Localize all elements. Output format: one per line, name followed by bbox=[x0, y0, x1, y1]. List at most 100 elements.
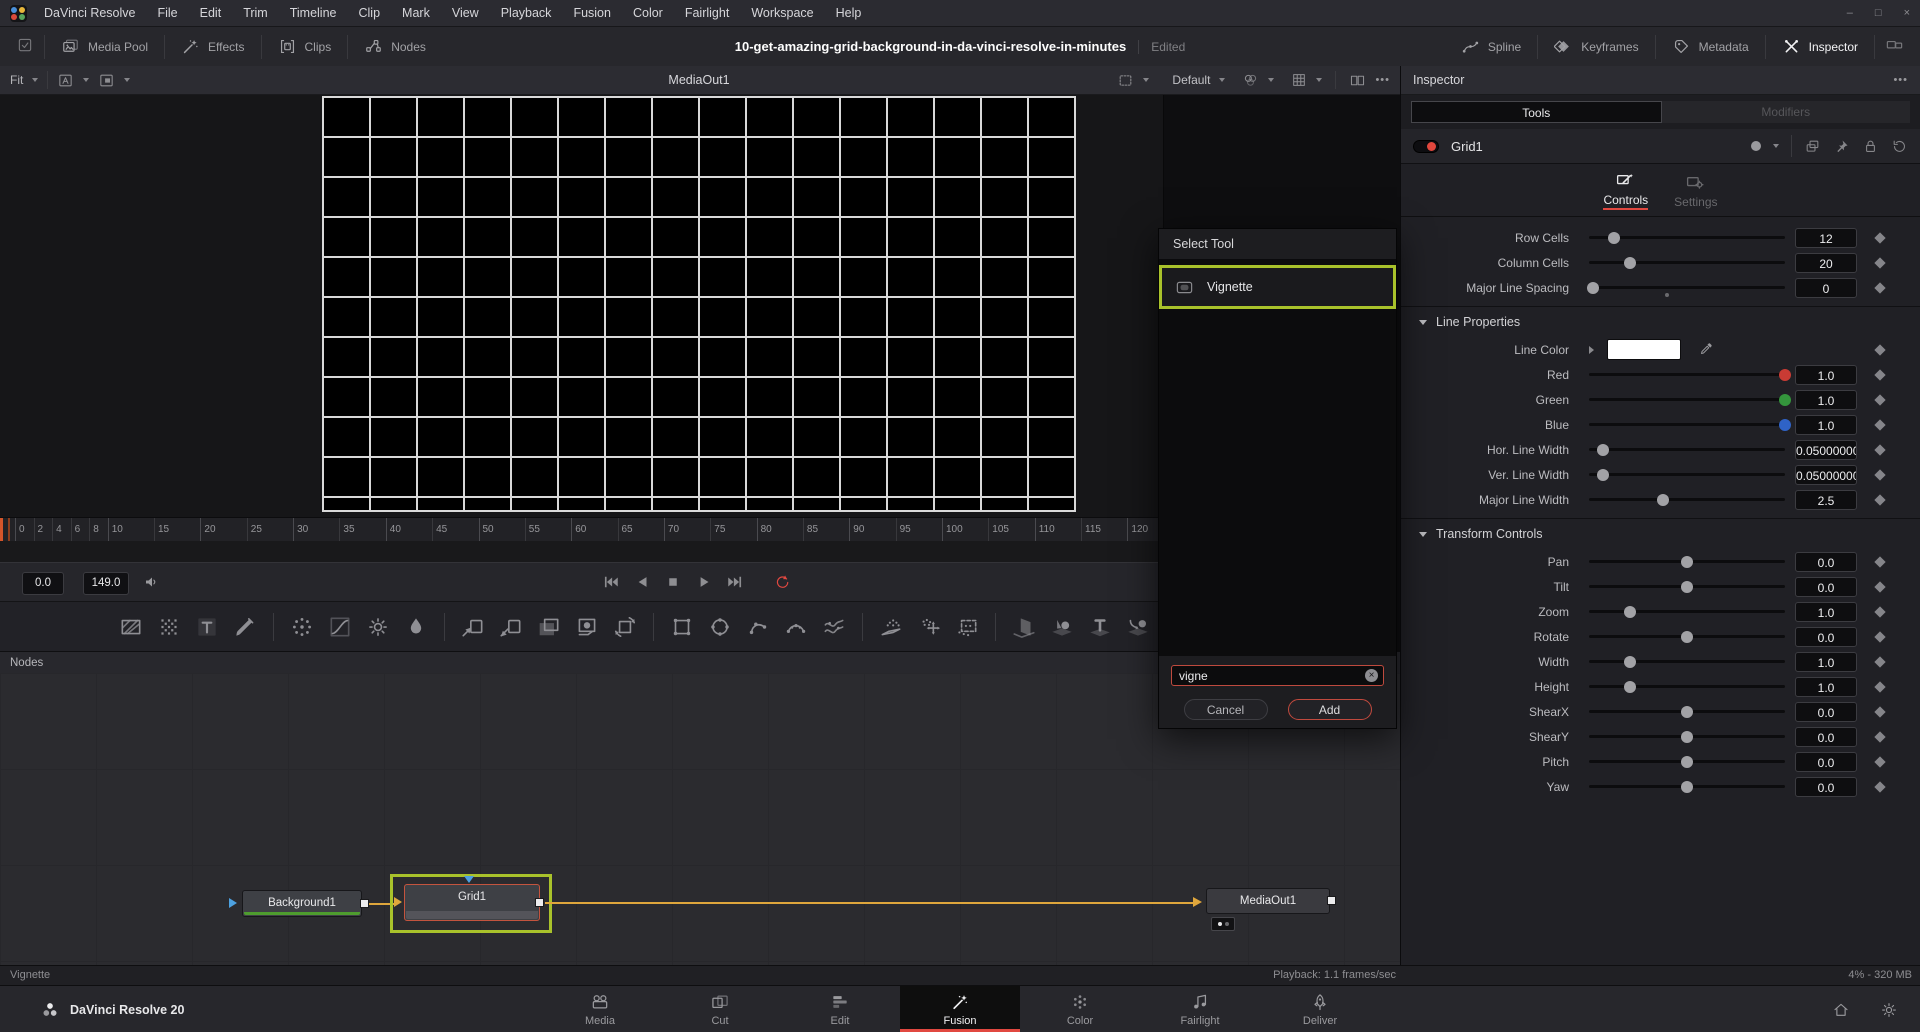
color-wheels-icon[interactable] bbox=[1242, 72, 1259, 89]
metadata-button[interactable]: Metadata bbox=[1656, 37, 1765, 56]
tilt-slider[interactable] bbox=[1589, 574, 1785, 599]
expand-arrow-icon[interactable] bbox=[1589, 346, 1594, 354]
mediaout1-view-dots[interactable] bbox=[1211, 917, 1235, 931]
yaw-value[interactable]: 0.0 bbox=[1795, 777, 1857, 797]
node-enable-toggle[interactable] bbox=[1413, 140, 1439, 153]
page-color[interactable]: Color bbox=[1020, 986, 1140, 1032]
menu-item-fusion[interactable]: Fusion bbox=[562, 0, 622, 26]
dual-screen-button[interactable] bbox=[1875, 36, 1914, 58]
range-out-field[interactable]: 149.0 bbox=[83, 572, 129, 595]
page-cut[interactable]: Cut bbox=[660, 986, 780, 1032]
keyframes-button[interactable]: Keyframes bbox=[1538, 37, 1654, 56]
green-value[interactable]: 1.0 bbox=[1795, 390, 1857, 410]
reset-icon[interactable] bbox=[1891, 138, 1908, 155]
green-slider[interactable] bbox=[1589, 387, 1785, 412]
pimage-emitter-tool-button[interactable] bbox=[948, 611, 986, 643]
chevron-down-icon[interactable] bbox=[1268, 78, 1274, 82]
blue-slider[interactable] bbox=[1589, 412, 1785, 437]
rotate-keyframe-button[interactable] bbox=[1857, 633, 1903, 641]
range-in-field[interactable]: 0.0 bbox=[22, 572, 64, 595]
mediaout1-output-icon[interactable] bbox=[1327, 896, 1336, 905]
blur-tool-button[interactable] bbox=[283, 611, 321, 643]
chevron-down-icon[interactable] bbox=[1219, 78, 1225, 82]
menu-item-timeline[interactable]: Timeline bbox=[279, 0, 348, 26]
yaw-slider[interactable] bbox=[1589, 774, 1785, 799]
ellipse-mask-tool-button[interactable] bbox=[701, 611, 739, 643]
line-color-swatch[interactable] bbox=[1607, 339, 1681, 360]
tilt-value[interactable]: 0.0 bbox=[1795, 577, 1857, 597]
page-deliver[interactable]: Deliver bbox=[1260, 986, 1380, 1032]
menu-item-davinci-resolve[interactable]: DaVinci Resolve bbox=[33, 0, 146, 26]
page-fusion[interactable]: Fusion bbox=[900, 986, 1020, 1032]
red-slider[interactable] bbox=[1589, 362, 1785, 387]
shearx-keyframe-button[interactable] bbox=[1857, 708, 1903, 716]
nodes-button[interactable]: Nodes bbox=[348, 37, 442, 56]
grid1-mask-input-icon[interactable] bbox=[464, 876, 474, 883]
menu-item-fairlight[interactable]: Fairlight bbox=[674, 0, 740, 26]
shearx-slider[interactable] bbox=[1589, 699, 1785, 724]
yaw-keyframe-button[interactable] bbox=[1857, 783, 1903, 791]
go-to-end-button[interactable] bbox=[726, 573, 744, 591]
media-pool-button[interactable]: Media Pool bbox=[45, 37, 164, 56]
tilt-keyframe-button[interactable] bbox=[1857, 583, 1903, 591]
node-tile-color-button[interactable] bbox=[1751, 141, 1761, 151]
effects-button[interactable]: Effects bbox=[165, 37, 260, 56]
major-line-width-value[interactable]: 2.5 bbox=[1795, 490, 1857, 510]
node-grid1[interactable]: Grid1 bbox=[404, 884, 540, 921]
maximize-button[interactable]: □ bbox=[1875, 7, 1882, 19]
column-cells-keyframe-button[interactable] bbox=[1857, 259, 1903, 267]
playhead[interactable] bbox=[0, 518, 3, 542]
project-manager-button[interactable] bbox=[1832, 1001, 1850, 1019]
guide-overlay-icon[interactable] bbox=[1291, 72, 1307, 88]
menu-item-view[interactable]: View bbox=[441, 0, 490, 26]
timeline-ruler[interactable]: 0246810152025303540455055606570758085909… bbox=[0, 517, 1163, 542]
width-keyframe-button[interactable] bbox=[1857, 658, 1903, 666]
green-keyframe-button[interactable] bbox=[1857, 396, 1903, 404]
play-reverse-button[interactable] bbox=[633, 573, 651, 591]
node-mediaout1[interactable]: MediaOut1 bbox=[1206, 888, 1330, 914]
zoom-keyframe-button[interactable] bbox=[1857, 608, 1903, 616]
image-plane-3d-tool-button[interactable] bbox=[1005, 611, 1043, 643]
play-button[interactable] bbox=[695, 573, 713, 591]
hor-line-width-keyframe-button[interactable] bbox=[1857, 446, 1903, 454]
column-cells-value[interactable]: 20 bbox=[1795, 253, 1857, 273]
background1-input-icon[interactable] bbox=[229, 898, 237, 908]
zoom-slider[interactable] bbox=[1589, 599, 1785, 624]
add-button[interactable]: Add bbox=[1288, 699, 1372, 720]
zoom-level-label[interactable]: Fit bbox=[10, 73, 23, 87]
line-color-keyframe-button[interactable] bbox=[1857, 346, 1903, 354]
menu-item-help[interactable]: Help bbox=[825, 0, 873, 26]
height-value[interactable]: 1.0 bbox=[1795, 677, 1857, 697]
clips-button[interactable]: Clips bbox=[262, 37, 348, 56]
height-keyframe-button[interactable] bbox=[1857, 683, 1903, 691]
chevron-down-icon[interactable] bbox=[1143, 78, 1149, 82]
menu-item-clip[interactable]: Clip bbox=[348, 0, 392, 26]
sheary-slider[interactable] bbox=[1589, 724, 1785, 749]
section-line-properties[interactable]: Line Properties bbox=[1401, 306, 1920, 337]
paint-tool-button[interactable] bbox=[226, 611, 264, 643]
major-line-spacing-value[interactable]: 0 bbox=[1795, 278, 1857, 298]
zoom-value[interactable]: 1.0 bbox=[1795, 602, 1857, 622]
grid1-input-icon[interactable] bbox=[394, 897, 402, 907]
shearx-value[interactable]: 0.0 bbox=[1795, 702, 1857, 722]
cancel-button[interactable]: Cancel bbox=[1184, 699, 1268, 720]
eyedropper-icon[interactable] bbox=[1699, 341, 1714, 359]
inspector-button[interactable]: Inspector bbox=[1766, 37, 1874, 56]
blue-keyframe-button[interactable] bbox=[1857, 421, 1903, 429]
lock-icon[interactable] bbox=[1862, 138, 1879, 155]
pan-slider[interactable] bbox=[1589, 549, 1785, 574]
tool-search-input[interactable] bbox=[1177, 669, 1365, 683]
tab-settings[interactable]: Settings bbox=[1674, 172, 1717, 209]
red-keyframe-button[interactable] bbox=[1857, 371, 1903, 379]
menu-item-edit[interactable]: Edit bbox=[189, 0, 233, 26]
menu-item-color[interactable]: Color bbox=[622, 0, 674, 26]
merge-tool-button[interactable] bbox=[530, 611, 568, 643]
color-curves-tool-button[interactable] bbox=[321, 611, 359, 643]
chevron-down-icon[interactable] bbox=[1773, 144, 1779, 148]
ver-line-width-value[interactable]: 0.05000000 bbox=[1795, 465, 1857, 485]
tool-results-list[interactable]: Vignette bbox=[1159, 260, 1396, 656]
background-tool-button[interactable] bbox=[112, 611, 150, 643]
loader-tool-button[interactable] bbox=[454, 611, 492, 643]
pin-icon[interactable] bbox=[1833, 138, 1850, 155]
ver-line-width-keyframe-button[interactable] bbox=[1857, 471, 1903, 479]
